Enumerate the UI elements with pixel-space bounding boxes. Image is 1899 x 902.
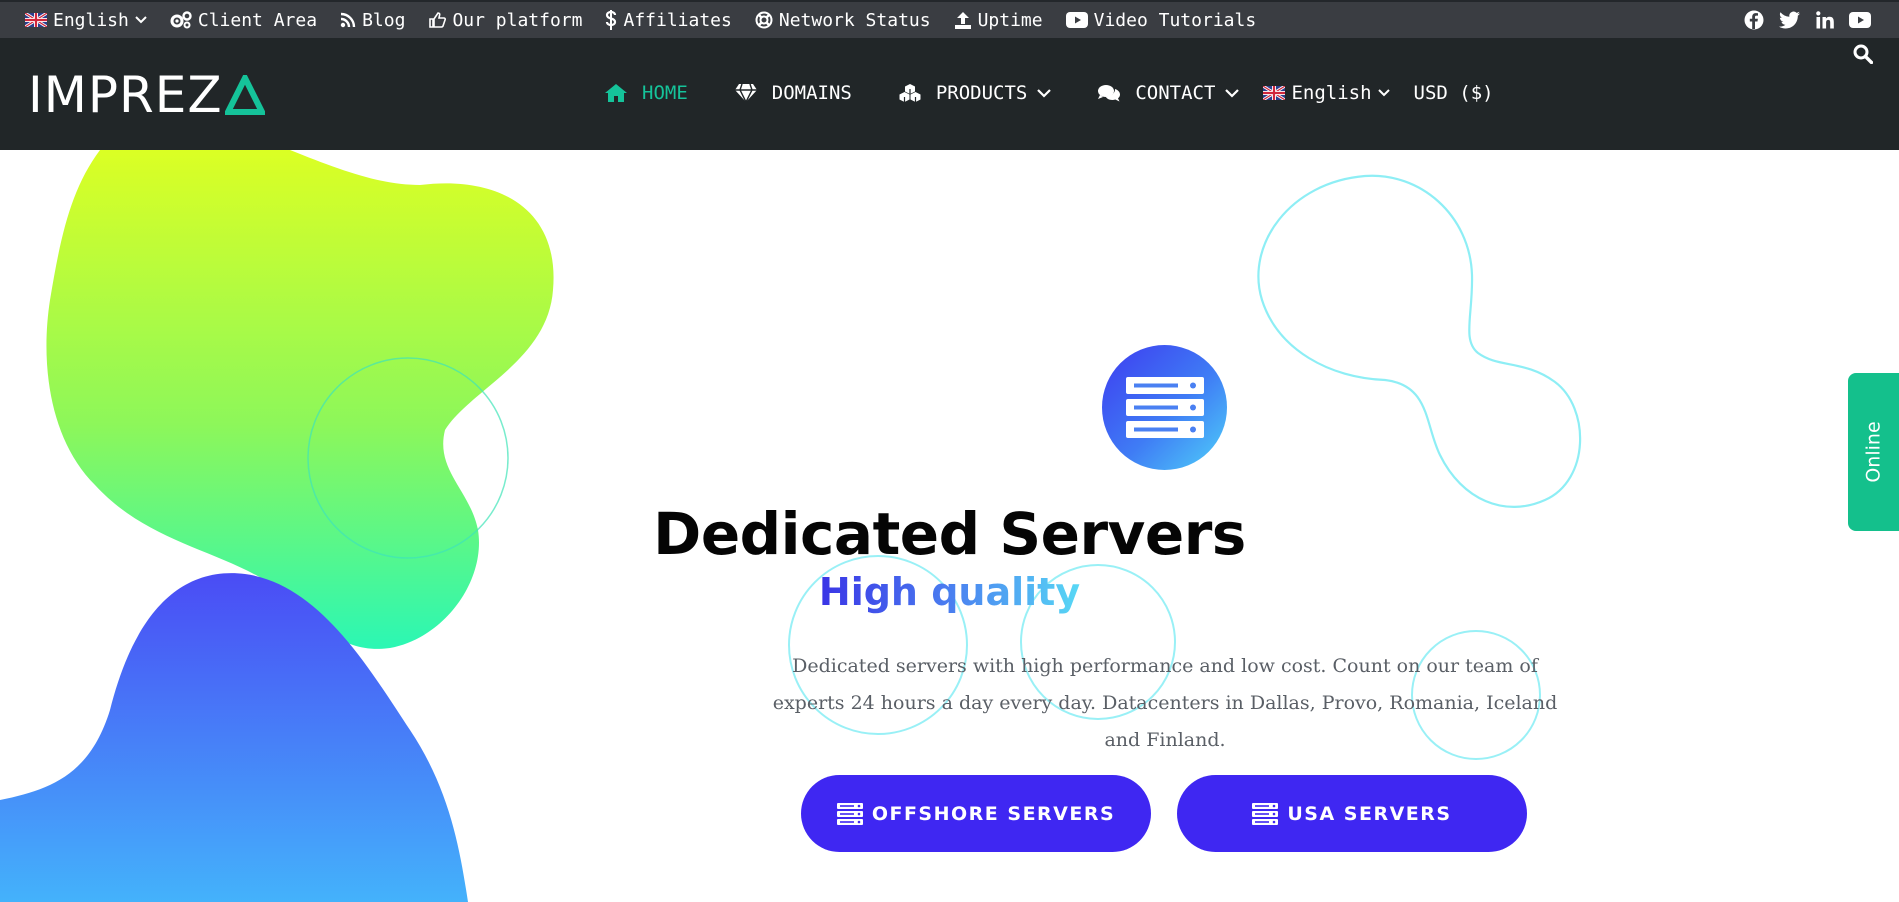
chevron-down-icon (1037, 88, 1052, 98)
nav-home[interactable]: HOME (604, 82, 688, 104)
network-status-label: Network Status (778, 9, 931, 31)
usa-servers-label: USA SERVERS (1287, 802, 1452, 825)
currency-selector[interactable]: USD ($) (1414, 82, 1494, 104)
blog-link[interactable]: Blog (340, 10, 405, 31)
nav-contact-label: CONTACT (1135, 82, 1216, 104)
chevron-down-icon (135, 16, 147, 24)
upload-icon (954, 11, 972, 29)
twitter-icon[interactable] (1779, 11, 1801, 29)
offshore-servers-label: OFFSHORE SERVERS (871, 802, 1116, 825)
nav-home-label: HOME (642, 82, 688, 104)
hero-description: Dedicated servers with high performance … (772, 655, 1558, 751)
uk-flag-icon (25, 13, 47, 27)
cubes-icon (898, 83, 922, 103)
gears-icon (170, 11, 192, 29)
logo-text: IMPREZ (28, 66, 223, 124)
nav-contact[interactable]: CONTACT (1097, 82, 1240, 104)
video-tutorials-label: Video Tutorials (1093, 9, 1257, 31)
logo[interactable]: IMPREZ (28, 66, 265, 124)
blog-label: Blog (362, 9, 406, 31)
comments-icon (1097, 83, 1121, 103)
server-icon (836, 802, 863, 825)
uk-flag-icon (1263, 86, 1286, 100)
social-links (1729, 2, 1871, 38)
hero-subtitle: High quality (0, 570, 1899, 614)
search-icon[interactable] (1853, 44, 1873, 64)
header-language-selector[interactable]: English (1263, 82, 1390, 104)
offshore-servers-button[interactable]: OFFSHORE SERVERS (801, 775, 1151, 852)
hero-section: Dedicated Servers High quality Dedicated… (0, 150, 1899, 902)
nav-domains[interactable]: DOMAINS (734, 82, 852, 104)
linkedin-icon[interactable] (1816, 11, 1834, 29)
lifebuoy-icon (755, 11, 773, 29)
online-chat-label: Online (1862, 421, 1885, 483)
main-nav: HOME DOMAINS PRODUCTS CONTACT English US… (604, 38, 1494, 148)
diamond-icon (734, 83, 758, 103)
hero-title: Dedicated Servers (653, 500, 1246, 568)
rss-icon (340, 12, 356, 28)
network-status-link[interactable]: Network Status (755, 10, 931, 31)
youtube-icon (1065, 12, 1088, 28)
online-chat-tab[interactable]: Online (1848, 373, 1899, 531)
header-language-label: English (1291, 82, 1372, 104)
nav-products-label: PRODUCTS (935, 82, 1028, 104)
our-platform-link[interactable]: Our platform (428, 10, 582, 31)
server-icon (1125, 376, 1204, 438)
language-label: English (53, 9, 129, 31)
chevron-down-icon (1225, 88, 1240, 98)
home-icon (604, 83, 628, 103)
client-area-link[interactable]: Client Area (170, 10, 317, 31)
uptime-label: Uptime (977, 9, 1043, 31)
video-tutorials-link[interactable]: Video Tutorials (1065, 9, 1257, 31)
nav-domains-label: DOMAINS (771, 82, 852, 104)
uptime-link[interactable]: Uptime (954, 10, 1043, 31)
youtube-social-icon[interactable] (1849, 12, 1871, 28)
usa-servers-button[interactable]: USA SERVERS (1177, 775, 1527, 852)
dollar-icon (605, 10, 617, 30)
language-selector[interactable]: English (25, 10, 147, 31)
logo-triangle-icon (224, 75, 265, 115)
our-platform-label: Our platform (452, 9, 583, 31)
affiliates-link[interactable]: Affiliates (605, 9, 732, 31)
affiliates-label: Affiliates (623, 9, 732, 31)
hero-subtitle-text: High quality (818, 570, 1081, 614)
nav-products[interactable]: PRODUCTS (898, 82, 1052, 104)
server-icon (1252, 802, 1279, 825)
facebook-icon[interactable] (1744, 10, 1764, 30)
hand-pointer-icon (428, 11, 447, 29)
chevron-down-icon (1377, 89, 1390, 97)
top-utility-bar: English Client Area Blog Our platform Af… (0, 0, 1899, 38)
server-badge (1102, 345, 1227, 470)
client-area-label: Client Area (197, 9, 318, 31)
